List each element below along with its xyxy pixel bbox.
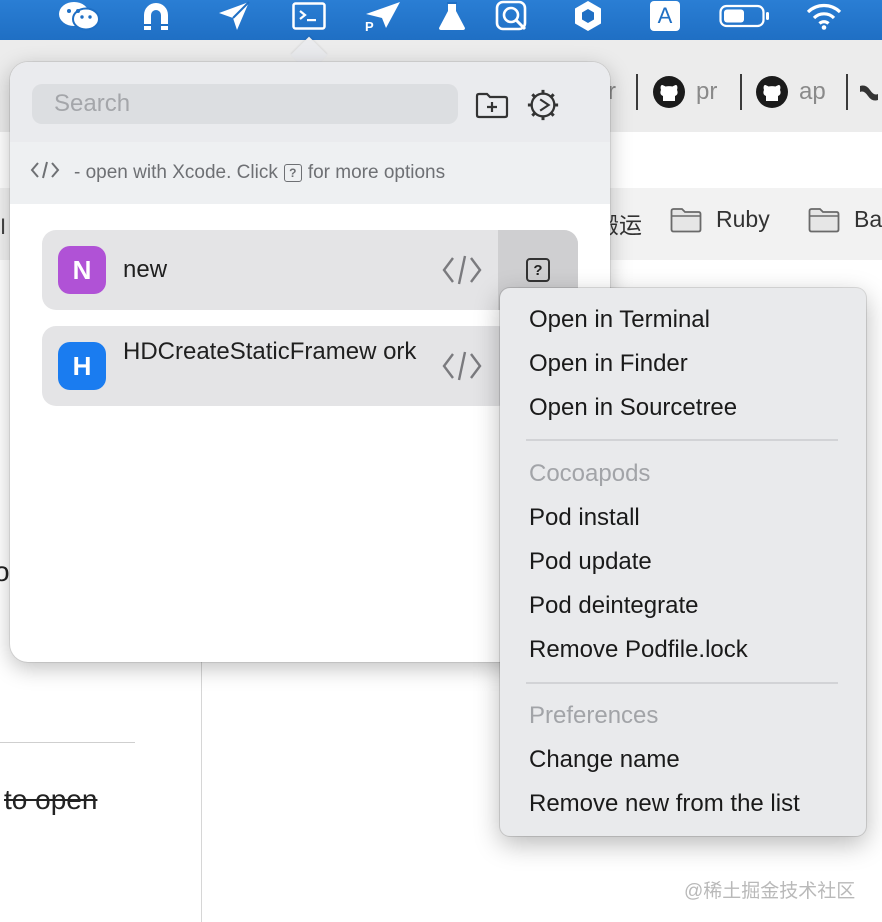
add-folder-button[interactable] [475,88,509,122]
hint-bar: - open with Xcode. Click ? for more opti… [10,142,610,204]
watermark: @稀土掘金技术社区 [684,881,856,902]
menu-item-pod-deintegrate[interactable]: Pod deintegrate [529,590,698,622]
menu-separator [526,439,838,441]
hexagon-icon[interactable] [572,0,604,32]
project-item[interactable]: N new ? [42,230,578,310]
menu-item-remove-podfile-lock[interactable]: Remove Podfile.lock [529,634,748,666]
folder-icon [670,207,702,232]
menu-section-header: Cocoapods [529,460,651,487]
browser-tab[interactable]: ap [755,74,826,110]
tab-separator [846,74,848,110]
flask-icon[interactable] [434,0,470,32]
menu-item-open-in-finder[interactable]: Open in Finder [529,348,688,380]
page-text-fragment: o [0,556,10,587]
magnet-icon[interactable] [138,0,174,32]
open-with-xcode-button[interactable] [440,248,484,292]
menu-item-change-name[interactable]: Change name [529,744,680,776]
menu-item-pod-install[interactable]: Pod install [529,502,640,534]
tab-label: ap [799,78,826,105]
settings-button[interactable] [526,88,560,122]
search-input[interactable] [32,84,458,124]
tab-separator [740,74,742,110]
bookmark-item[interactable]: Ba [808,206,882,233]
hint-text: - open with Xcode. Click [74,162,278,183]
browser-tab[interactable]: pr [652,74,717,110]
project-name: HDCreateStaticFramew ork [123,338,417,365]
tab-separator [636,74,638,110]
menu-item-pod-update[interactable]: Pod update [529,546,652,578]
struck-text: to open [4,784,98,815]
bookmark-label: Ruby [716,206,770,232]
divider [0,742,135,743]
menu-item-open-in-terminal[interactable]: Open in Terminal [529,304,710,336]
hint-text: for more options [307,162,446,183]
paper-plane-icon[interactable]: P [362,0,402,32]
open-with-xcode-button[interactable] [440,344,484,388]
project-initial-badge: H [58,342,106,390]
wechat-icon[interactable] [56,0,102,32]
folder-plus-icon [475,92,509,119]
folder-icon [808,207,840,232]
menu-bar: P A [0,0,882,40]
project-item[interactable]: H HDCreateStaticFramew ork [42,326,512,406]
code-icon [442,351,482,381]
github-icon [653,76,685,108]
magnifier-icon[interactable] [494,0,532,32]
bookmark-item[interactable]: Ruby [670,206,770,233]
menu-separator [526,682,838,684]
input-source-icon[interactable]: A [648,0,682,32]
context-menu: Open in Terminal Open in Finder Open in … [500,288,866,836]
tab-favicon-icon[interactable] [858,80,878,104]
divider [201,620,202,922]
menu-item-open-in-sourcetree[interactable]: Open in Sourcetree [529,392,737,424]
help-key-icon: ? [283,164,302,182]
gear-icon [527,89,559,121]
project-name: new [123,256,168,283]
input-source-label: A [650,1,680,31]
paperplane-label: P [365,19,374,32]
bookmark-label: Ba [854,206,882,232]
code-icon [30,161,60,185]
project-initial-badge: N [58,246,106,294]
github-icon [756,76,788,108]
code-icon [442,255,482,285]
terminal-icon[interactable] [290,0,328,32]
popover-header [10,62,610,143]
send-icon[interactable] [216,0,252,32]
help-icon: ? [526,258,550,282]
page-text-fragment: I [0,214,7,239]
battery-icon[interactable] [718,0,772,32]
menu-section-header: Preferences [529,702,659,729]
menu-item-remove-from-list[interactable]: Remove new from the list [529,788,800,820]
tab-label: pr [696,78,718,105]
wifi-icon[interactable] [804,0,844,32]
